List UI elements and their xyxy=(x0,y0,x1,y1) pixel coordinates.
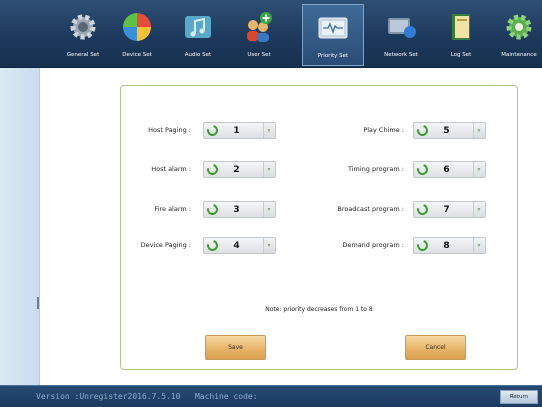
selected-value: 6 xyxy=(443,164,450,175)
selected-value: 7 xyxy=(443,204,450,215)
chevron-down-icon[interactable]: ▼ xyxy=(263,202,274,217)
broadcast-program-label: Broadcast program : xyxy=(337,205,404,213)
toolbar-label: User Set xyxy=(247,52,271,58)
status-bar: Version :Unregister2016.7.5.10 Machine c… xyxy=(0,385,542,407)
toolbar-label: Network Set xyxy=(384,52,418,58)
host-paging-label: Host Paging : xyxy=(148,126,191,134)
host-alarm-label: Host alarm : xyxy=(151,165,191,173)
chevron-down-icon[interactable]: ▼ xyxy=(263,123,274,138)
settings-cog-icon xyxy=(506,14,532,40)
play-chime-priority-select[interactable]: 5 ▼ xyxy=(413,122,486,139)
pie-chart-icon xyxy=(123,13,151,41)
fire-alarm-priority-select[interactable]: 3 ▼ xyxy=(203,201,276,218)
selected-value: 1 xyxy=(233,125,240,136)
toolbar-label: Log Set xyxy=(450,52,472,58)
device-paging-label: Device Paging : xyxy=(140,241,191,249)
play-chime-label: Play Chime : xyxy=(363,126,404,134)
fire-alarm-label: Fire alarm : xyxy=(154,205,191,213)
users-add-icon xyxy=(247,12,272,42)
network-monitor-icon xyxy=(388,18,416,38)
toolbar-log-set-button[interactable]: Log Set xyxy=(430,4,492,66)
top-toolbar: General Set Device Set Audio Set User Se… xyxy=(0,0,542,68)
monitor-wave-icon xyxy=(318,17,348,39)
toolbar-label: Audio Set xyxy=(184,52,212,58)
selected-value: 5 xyxy=(443,125,450,136)
priority-note: Note: priority decreases from 1 to 8 xyxy=(265,306,373,313)
chevron-down-icon[interactable]: ▼ xyxy=(473,123,484,138)
timing-program-label: Timing program : xyxy=(347,165,404,173)
device-paging-priority-select[interactable]: 4 ▼ xyxy=(203,237,276,254)
chevron-down-icon[interactable]: ▼ xyxy=(473,162,484,177)
toolbar-label: Priority Set xyxy=(317,53,349,59)
sidebar-divider xyxy=(37,297,39,309)
version-text: Version :Unregister2016.7.5.10 Machine c… xyxy=(36,392,258,401)
toolbar-maintenance-button[interactable]: Maintenance xyxy=(496,4,542,66)
chevron-down-icon[interactable]: ▼ xyxy=(263,238,274,253)
music-note-icon xyxy=(185,16,211,38)
priority-settings-panel: Host Paging : 1 ▼ Host alarm : 2 ▼ Fire … xyxy=(120,85,518,370)
toolbar-device-set-button[interactable]: Device Set xyxy=(106,4,168,66)
toolbar-label: Device Set xyxy=(122,52,152,58)
toolbar-priority-set-button[interactable]: Priority Set xyxy=(302,4,364,66)
toolbar-label: Maintenance xyxy=(501,52,537,58)
gear-icon xyxy=(70,14,96,40)
toolbar-network-set-button[interactable]: Network Set xyxy=(370,4,432,66)
selected-value: 3 xyxy=(233,204,240,215)
selected-value: 8 xyxy=(443,240,450,251)
host-alarm-priority-select[interactable]: 2 ▼ xyxy=(203,161,276,178)
left-sidebar xyxy=(0,68,40,385)
log-book-icon xyxy=(452,14,470,40)
main-content: Host Paging : 1 ▼ Host alarm : 2 ▼ Fire … xyxy=(40,68,542,385)
toolbar-general-set-button[interactable]: General Set xyxy=(52,4,114,66)
demand-program-label: Demand program : xyxy=(342,241,404,249)
selected-value: 2 xyxy=(233,164,240,175)
toolbar-label: General Set xyxy=(66,52,100,58)
chevron-down-icon[interactable]: ▼ xyxy=(263,162,274,177)
demand-program-priority-select[interactable]: 8 ▼ xyxy=(413,237,486,254)
chevron-down-icon[interactable]: ▼ xyxy=(473,238,484,253)
toolbar-user-set-button[interactable]: User Set xyxy=(228,4,290,66)
return-button[interactable]: Return xyxy=(500,390,538,404)
broadcast-program-priority-select[interactable]: 7 ▼ xyxy=(413,201,486,218)
toolbar-audio-set-button[interactable]: Audio Set xyxy=(167,4,229,66)
host-paging-priority-select[interactable]: 1 ▼ xyxy=(203,122,276,139)
cancel-button[interactable]: Cancel xyxy=(405,335,466,360)
selected-value: 4 xyxy=(233,240,240,251)
chevron-down-icon[interactable]: ▼ xyxy=(473,202,484,217)
save-button[interactable]: Save xyxy=(205,335,266,360)
timing-program-priority-select[interactable]: 6 ▼ xyxy=(413,161,486,178)
